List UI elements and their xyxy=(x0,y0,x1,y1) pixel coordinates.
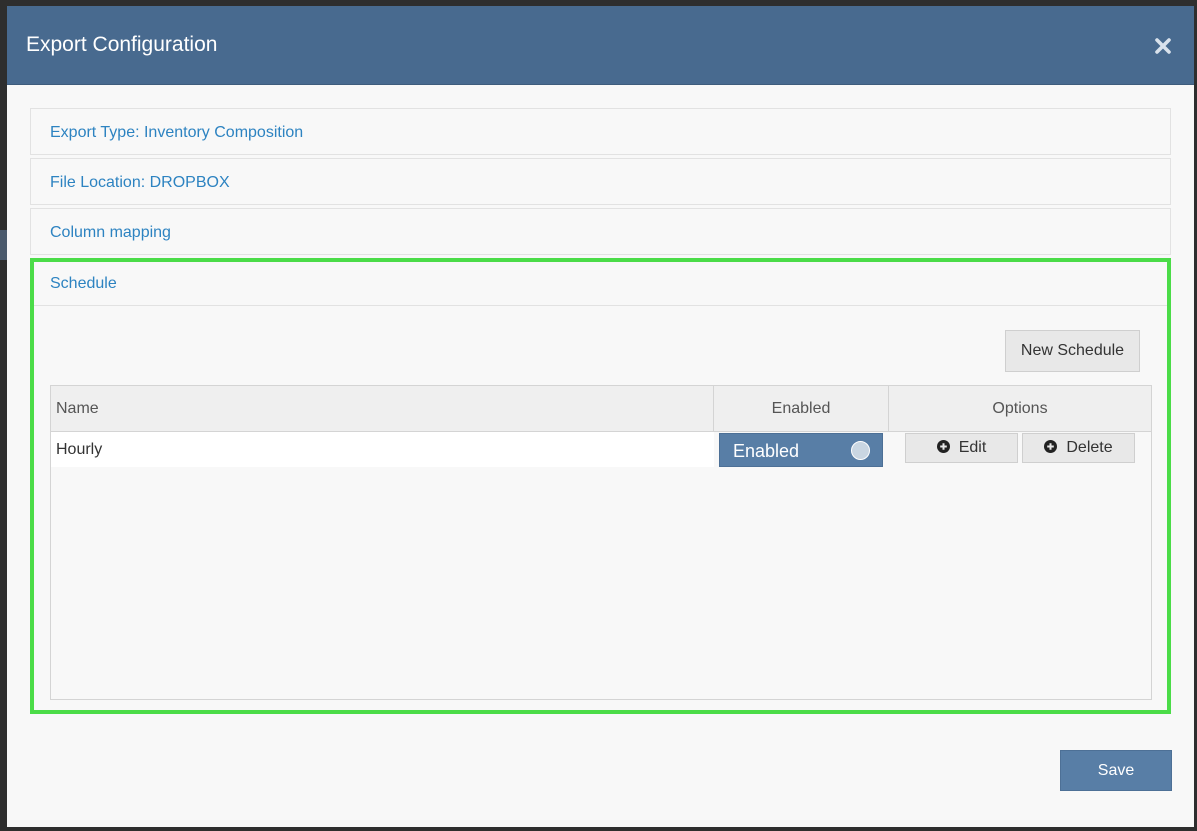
column-header-name[interactable]: Name xyxy=(51,386,714,431)
enabled-toggle[interactable]: Enabled xyxy=(719,433,883,467)
edit-button[interactable]: Edit xyxy=(905,433,1018,463)
schedule-link[interactable]: Schedule xyxy=(50,274,117,294)
delete-button[interactable]: Delete xyxy=(1022,433,1135,463)
new-schedule-button[interactable]: New Schedule xyxy=(1005,330,1140,372)
panel-schedule: Schedule New Schedule Name Enabled Optio… xyxy=(30,258,1171,714)
save-button[interactable]: Save xyxy=(1060,750,1172,791)
toggle-knob xyxy=(851,441,870,460)
file-location-link[interactable]: File Location: DROPBOX xyxy=(50,173,230,193)
panel-file-location: File Location: DROPBOX xyxy=(30,158,1171,205)
column-header-enabled[interactable]: Enabled xyxy=(714,386,889,431)
export-configuration-modal: Export Configuration Export Type: Invent… xyxy=(7,6,1194,827)
plus-circle-icon xyxy=(936,440,950,453)
grid-header: Name Enabled Options xyxy=(51,386,1151,432)
panel-export-type: Export Type: Inventory Composition xyxy=(30,108,1171,155)
column-header-options: Options xyxy=(992,400,1048,417)
column-mapping-link[interactable]: Column mapping xyxy=(50,223,171,243)
export-type-link[interactable]: Export Type: Inventory Composition xyxy=(50,123,303,143)
schedule-header: Schedule xyxy=(34,262,1167,306)
delete-button-label: Delete xyxy=(1066,439,1113,456)
close-icon[interactable] xyxy=(1153,34,1173,56)
schedule-grid: Name Enabled Options Hourly Enabled Edit… xyxy=(50,385,1152,700)
enabled-toggle-label: Enabled xyxy=(733,441,800,461)
schedule-name-cell: Hourly xyxy=(51,432,714,467)
modal-title: Export Configuration xyxy=(26,33,218,56)
table-row: Hourly Enabled Edit Delete xyxy=(51,432,1151,467)
plus-circle-icon xyxy=(1044,440,1058,453)
modal-header: Export Configuration xyxy=(7,6,1194,85)
edit-button-label: Edit xyxy=(958,439,987,456)
panel-column-mapping: Column mapping xyxy=(30,208,1171,255)
